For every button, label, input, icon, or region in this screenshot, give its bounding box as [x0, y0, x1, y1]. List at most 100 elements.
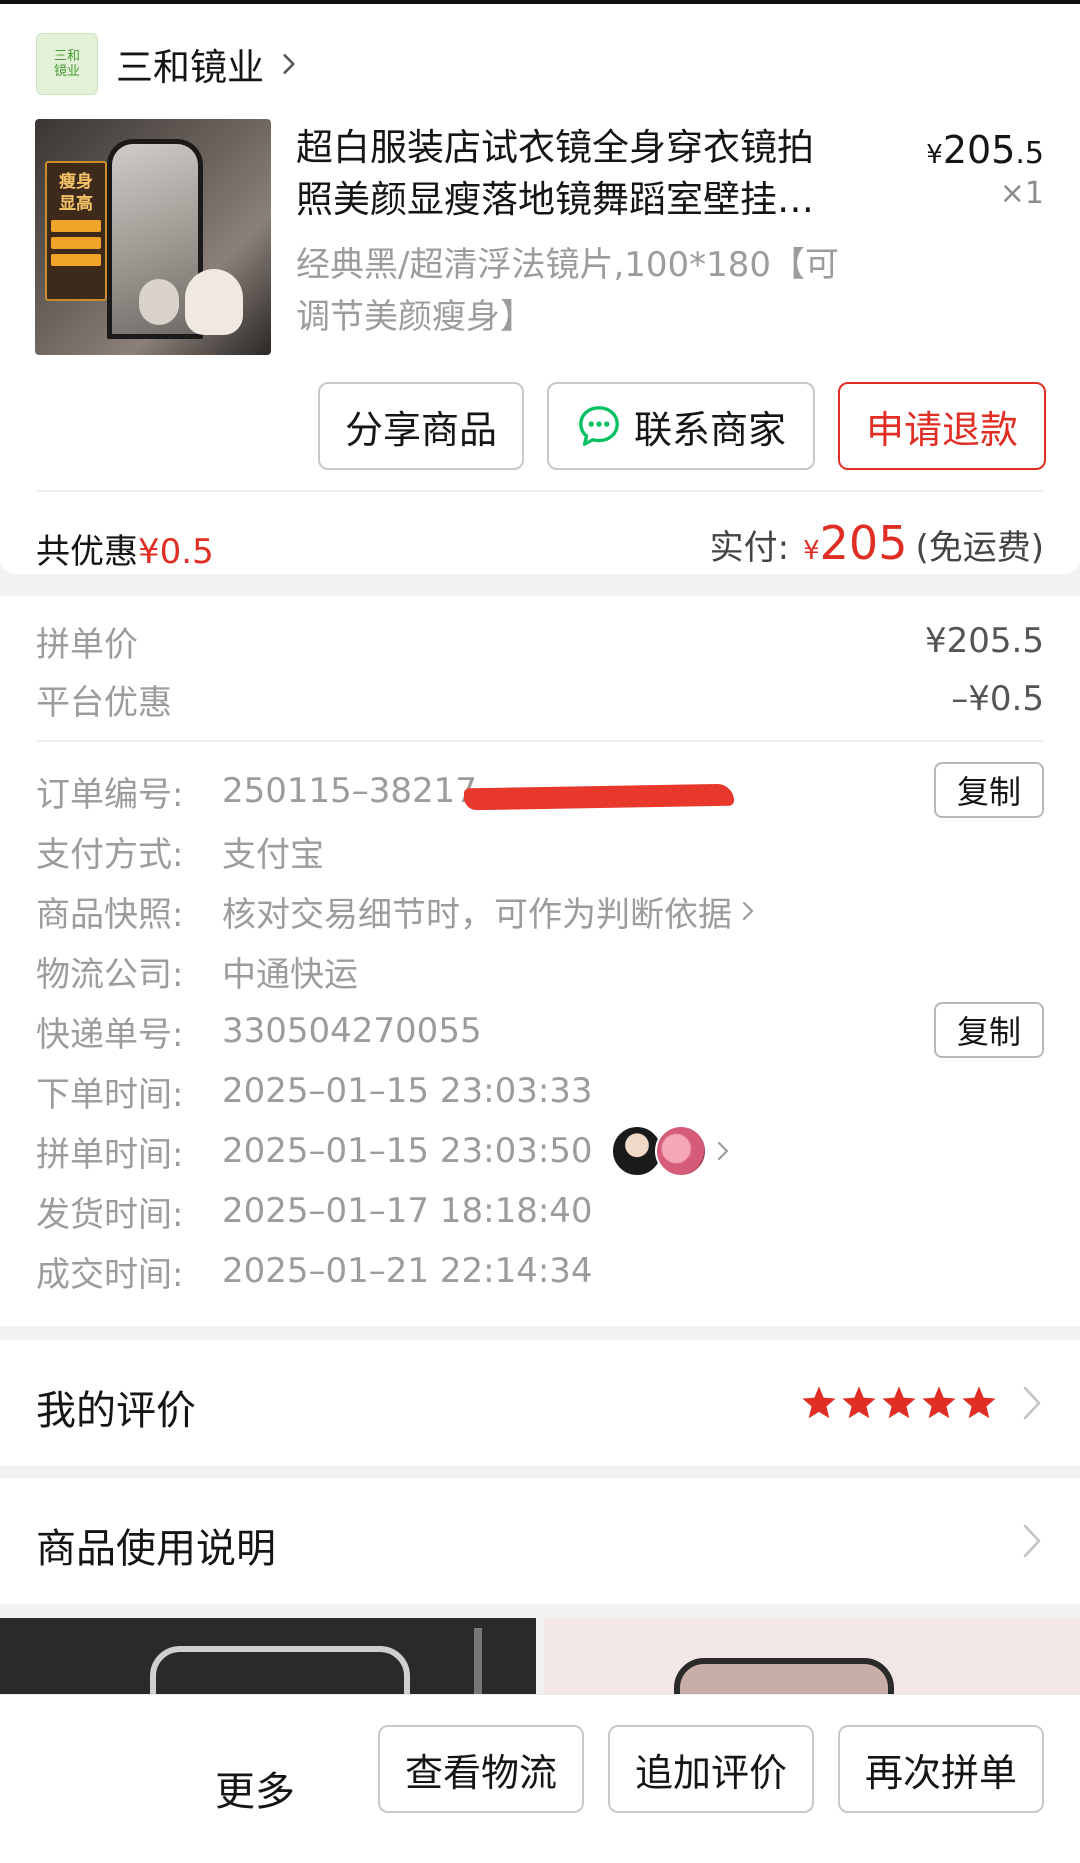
view-logistics-button[interactable]: 查看物流 — [378, 1725, 584, 1813]
snapshot-row[interactable]: 商品快照: 核对交易细节时，可作为判断依据 — [36, 886, 1044, 936]
add-review-label: 追加评价 — [634, 1750, 787, 1795]
snapshot-label: 商品快照: — [36, 894, 184, 935]
total-savings: 共优惠¥0.5 — [36, 524, 214, 573]
share-product-label: 分享商品 — [344, 407, 497, 452]
add-review-button[interactable]: 追加评价 — [608, 1725, 814, 1813]
product-spec: 经典黑/超清浮法镜片,100*180【可 调节美颜瘦身】 — [296, 239, 876, 343]
copy-label: 复制 — [956, 1013, 1021, 1051]
paid-label: 实付: — [709, 528, 790, 568]
badge-tag — [51, 220, 101, 232]
tracking-number-value: 330504270055 — [222, 1011, 482, 1051]
chevron-right-icon — [1023, 1524, 1041, 1558]
product-quantity: ×1 — [999, 176, 1044, 211]
product-price: ¥205.5 — [926, 128, 1044, 172]
group-time-value: 2025–01–15 23:03:50 — [222, 1131, 593, 1171]
order-number-label: 订单编号: — [36, 774, 184, 815]
view-logistics-label: 查看物流 — [404, 1750, 557, 1795]
redaction-mark — [463, 783, 735, 811]
paid-currency: ¥ — [803, 536, 820, 566]
usage-instructions-row[interactable]: 商品使用说明 — [0, 1478, 1080, 1604]
more-button[interactable]: 更多 — [215, 1759, 295, 1817]
chevron-right-icon — [742, 901, 754, 921]
platform-discount-label: 平台优惠 — [36, 682, 172, 723]
stand-graphic — [474, 1628, 482, 1698]
order-details-card: 拼单价 ¥205.5 平台优惠 –¥0.5 订单编号: 250115–38217… — [0, 596, 1080, 1326]
savings-value: ¥0.5 — [138, 532, 214, 572]
product-spec-line: 经典黑/超清浮法镜片,100*180【可 — [296, 245, 840, 285]
product-image[interactable]: 瘦身显高 — [35, 119, 271, 355]
badge-tag — [51, 254, 101, 266]
refund-button[interactable]: 申请退款 — [838, 382, 1046, 470]
price-decimal: .5 — [1015, 136, 1044, 171]
shop-logo-line-2: 镜业 — [53, 64, 80, 79]
order-time-label: 下单时间: — [36, 1074, 184, 1115]
bear-graphic — [139, 279, 179, 325]
product-title[interactable]: 超白服装店试衣镜全身穿衣镜拍 照美颜显瘦落地镜舞蹈室壁挂… — [296, 122, 876, 226]
product-title-line: 照美颜显瘦落地镜舞蹈室壁挂… — [296, 178, 814, 221]
chat-bubble-icon — [579, 406, 619, 446]
paid-amount: 205 — [819, 516, 908, 570]
bottom-action-bar: 更多 查看物流 追加评价 再次拼单 — [0, 1694, 1080, 1863]
tracking-number-label: 快递单号: — [36, 1014, 184, 1055]
badge-tag — [51, 237, 101, 249]
order-time-row: 下单时间: 2025–01–15 23:03:33 — [36, 1066, 1044, 1116]
image-badge-text: 瘦身显高 — [59, 172, 93, 214]
copy-label: 复制 — [956, 773, 1021, 811]
mirror-graphic — [674, 1658, 894, 1698]
group-time-row: 拼单时间: 2025–01–15 23:03:50 — [36, 1125, 1044, 1177]
copy-order-number-button[interactable]: 复制 — [934, 762, 1044, 818]
copy-tracking-number-button[interactable]: 复制 — [934, 1002, 1044, 1058]
my-review-title: 我的评价 — [36, 1388, 196, 1434]
ship-time-row: 发货时间: 2025–01–17 18:18:40 — [36, 1186, 1044, 1236]
carrier-value: 中通快运 — [222, 954, 358, 995]
chevron-right-icon — [283, 54, 295, 74]
amount-paid: 实付: ¥ 205 (免运费) — [710, 516, 1044, 570]
payment-method-row: 支付方式: 支付宝 — [36, 826, 1044, 876]
order-number-value: 250115–38217 — [222, 771, 477, 811]
avatar — [654, 1125, 707, 1177]
carrier-label: 物流公司: — [36, 954, 184, 995]
carrier-row: 物流公司: 中通快运 — [36, 946, 1044, 996]
chevron-right-icon — [717, 1141, 728, 1161]
payment-method-value: 支付宝 — [222, 834, 324, 875]
price-int: 205 — [942, 128, 1016, 172]
savings-label: 共优惠 — [36, 532, 138, 572]
contact-seller-button[interactable]: 联系商家 — [547, 382, 815, 470]
platform-discount-value: –¥0.5 — [951, 679, 1044, 719]
reorder-button[interactable]: 再次拼单 — [838, 1725, 1044, 1813]
order-time-value: 2025–01–15 23:03:33 — [222, 1071, 593, 1111]
price-currency: ¥ — [926, 140, 943, 170]
shop-header[interactable]: 三和 镜业 三和镜业 — [36, 32, 302, 96]
tracking-number-row: 快递单号: 330504270055 — [36, 1006, 1044, 1056]
image-badge: 瘦身显高 — [45, 161, 107, 301]
shop-name[interactable]: 三和镜业 — [116, 37, 264, 91]
mirror-graphic — [150, 1646, 410, 1698]
star-icon — [882, 1386, 916, 1419]
contact-seller-label: 联系商家 — [633, 407, 786, 452]
recommended-product-image[interactable] — [0, 1618, 536, 1698]
star-rating — [798, 1384, 998, 1422]
divider — [36, 490, 1044, 492]
order-card: 三和 镜业 三和镜业 瘦身显高 超白服装店试衣镜全身穿衣镜拍 照美颜显瘦落地镜舞… — [0, 4, 1080, 574]
group-price-value: ¥205.5 — [925, 621, 1044, 661]
divider — [36, 740, 1044, 742]
recommended-product-image[interactable] — [544, 1618, 1080, 1698]
ship-time-label: 发货时间: — [36, 1194, 184, 1235]
shop-logo-line-1: 三和 — [53, 49, 80, 64]
product-spec-line: 调节美颜瘦身】 — [296, 297, 534, 337]
star-icon — [962, 1386, 996, 1419]
star-icon — [802, 1386, 836, 1419]
reorder-label: 再次拼单 — [864, 1750, 1017, 1795]
shop-logo: 三和 镜业 — [36, 33, 98, 95]
product-title-line: 超白服装店试衣镜全身穿衣镜拍 — [296, 126, 814, 169]
chevron-right-icon — [1023, 1386, 1041, 1420]
group-members[interactable] — [610, 1125, 733, 1177]
group-price-label: 拼单价 — [36, 624, 138, 665]
group-price-row: 拼单价 ¥205.5 — [36, 616, 1044, 666]
share-product-button[interactable]: 分享商品 — [318, 382, 524, 470]
snapshot-value[interactable]: 核对交易细节时，可作为判断依据 — [222, 887, 732, 936]
shipping-note: (免运费) — [915, 528, 1044, 568]
usage-instructions-title: 商品使用说明 — [36, 1526, 276, 1572]
bear-graphic — [185, 269, 243, 335]
my-review-row[interactable]: 我的评价 — [0, 1340, 1080, 1466]
